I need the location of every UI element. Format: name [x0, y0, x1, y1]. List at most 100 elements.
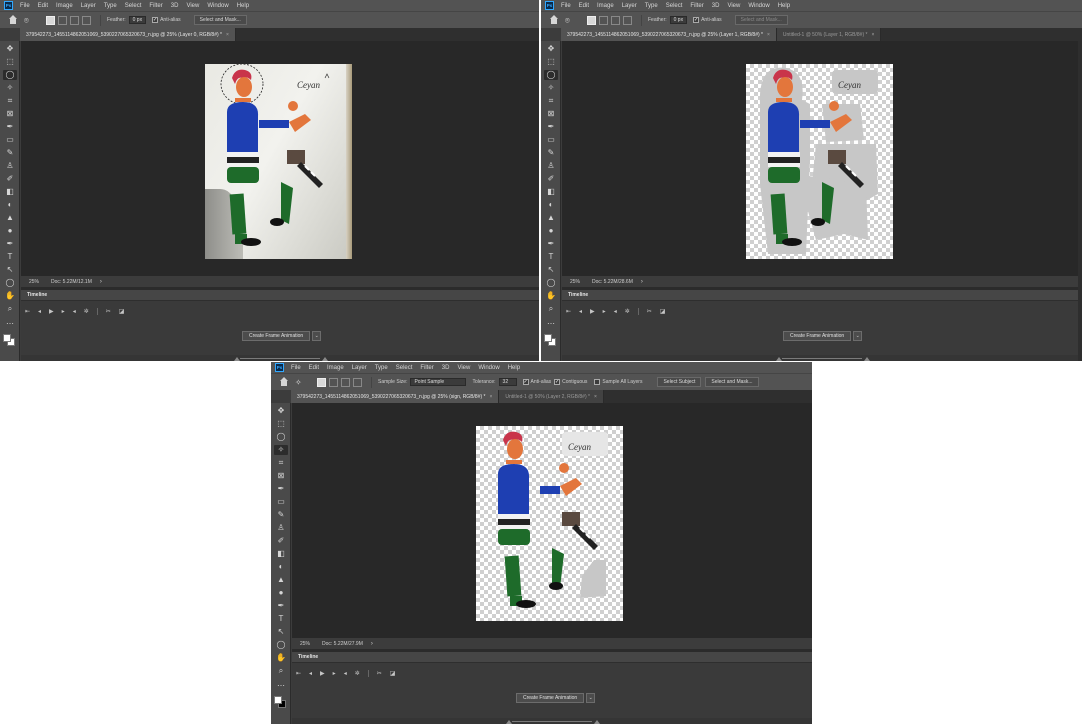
- chevron-down-icon[interactable]: ⌄: [312, 331, 322, 341]
- select-and-mask-button[interactable]: Select and Mask...: [705, 377, 759, 387]
- crop-tool-icon[interactable]: ⌗: [3, 96, 17, 106]
- hand-tool-icon[interactable]: ✋: [544, 291, 558, 301]
- move-tool-icon[interactable]: ✥: [274, 406, 288, 416]
- type-tool-icon[interactable]: T: [274, 614, 288, 624]
- menu-3d[interactable]: 3D: [167, 3, 183, 9]
- zoom-in-icon[interactable]: [322, 357, 328, 361]
- history-brush-tool-icon[interactable]: ✐: [544, 174, 558, 184]
- foreground-color-swatch[interactable]: [3, 334, 11, 342]
- menu-select[interactable]: Select: [662, 3, 687, 9]
- frame-tool-icon[interactable]: ⊠: [3, 109, 17, 119]
- zoom-in-icon[interactable]: [594, 720, 600, 724]
- zoom-slider[interactable]: [240, 358, 320, 359]
- scissors-icon[interactable]: ✂: [647, 308, 652, 315]
- marquee-tool-icon[interactable]: ⬚: [3, 57, 17, 67]
- antialias-checkbox[interactable]: ✓: [693, 17, 700, 23]
- path-selection-tool-icon[interactable]: ↖: [544, 265, 558, 275]
- feather-input[interactable]: 0 px: [128, 16, 147, 24]
- pen-tool-icon[interactable]: ✒: [3, 239, 17, 249]
- magic-wand-tool-icon[interactable]: ✧: [274, 445, 288, 455]
- audio-icon[interactable]: ◂: [73, 308, 76, 315]
- home-icon[interactable]: [8, 15, 18, 25]
- menu-select[interactable]: Select: [392, 365, 417, 371]
- brush-tool-icon[interactable]: ✎: [544, 148, 558, 158]
- subtract-selection-mode-icon[interactable]: [341, 377, 350, 387]
- audio-icon[interactable]: ◂: [614, 308, 617, 315]
- create-frame-animation-button[interactable]: Create Frame Animation: [516, 693, 585, 703]
- menu-type[interactable]: Type: [371, 365, 392, 371]
- ellipse-tool-icon[interactable]: ◯: [3, 278, 17, 288]
- close-icon[interactable]: ×: [226, 32, 229, 38]
- history-brush-tool-icon[interactable]: ✐: [274, 536, 288, 546]
- menu-type[interactable]: Type: [100, 3, 121, 9]
- contiguous-checkbox[interactable]: ✓: [554, 379, 561, 385]
- marquee-tool-icon[interactable]: ⬚: [274, 419, 288, 429]
- zoom-out-icon[interactable]: [776, 357, 782, 361]
- blur-tool-icon[interactable]: ▲: [274, 575, 288, 585]
- menu-3d[interactable]: 3D: [438, 365, 454, 371]
- transition-icon[interactable]: ◪: [390, 670, 396, 677]
- close-icon[interactable]: ×: [871, 32, 874, 38]
- document-canvas[interactable]: Ceyan: [205, 64, 352, 259]
- scissors-icon[interactable]: ✂: [106, 308, 111, 315]
- dodge-tool-icon[interactable]: ●: [3, 226, 17, 236]
- lasso-tool-preset-icon[interactable]: ⌾: [565, 15, 581, 26]
- path-selection-tool-icon[interactable]: ↖: [274, 627, 288, 637]
- create-frame-animation-button[interactable]: Create Frame Animation: [783, 331, 852, 341]
- eraser-tool-icon[interactable]: ◧: [3, 187, 17, 197]
- antialias-checkbox[interactable]: ✓: [522, 379, 529, 385]
- feather-input[interactable]: 0 px: [669, 16, 688, 24]
- transition-icon[interactable]: ◪: [660, 308, 666, 315]
- ellipse-tool-icon[interactable]: ◯: [274, 640, 288, 650]
- new-selection-mode-icon[interactable]: [46, 15, 55, 25]
- history-brush-tool-icon[interactable]: ✐: [3, 174, 17, 184]
- chevron-down-icon[interactable]: ⌄: [853, 331, 863, 341]
- eyedropper-tool-icon[interactable]: ✒: [3, 122, 17, 132]
- close-icon[interactable]: ×: [489, 394, 492, 400]
- canvas-area[interactable]: Ceyan: [292, 403, 812, 638]
- path-selection-tool-icon[interactable]: ↖: [3, 265, 17, 275]
- zoom-slider[interactable]: [782, 358, 862, 359]
- settings-gear-icon[interactable]: ✲: [625, 308, 630, 315]
- healing-brush-tool-icon[interactable]: ▭: [544, 135, 558, 145]
- blur-tool-icon[interactable]: ▲: [544, 213, 558, 223]
- next-frame-icon[interactable]: ▸: [333, 670, 336, 677]
- menu-help[interactable]: Help: [504, 365, 524, 371]
- intersect-selection-mode-icon[interactable]: [623, 15, 632, 25]
- menu-help[interactable]: Help: [233, 3, 253, 9]
- zoom-out-icon[interactable]: [506, 720, 512, 724]
- zoom-level[interactable]: 25%: [570, 279, 580, 285]
- color-swatches[interactable]: [274, 696, 287, 709]
- settings-gear-icon[interactable]: ✲: [84, 308, 89, 315]
- zoom-out-icon[interactable]: [234, 357, 240, 361]
- menu-view[interactable]: View: [453, 365, 474, 371]
- menu-view[interactable]: View: [182, 3, 203, 9]
- select-subject-button[interactable]: Select Subject: [657, 377, 702, 387]
- lasso-tool-preset-icon[interactable]: ⌾: [24, 15, 40, 26]
- menu-image[interactable]: Image: [593, 3, 618, 9]
- eyedropper-tool-icon[interactable]: ✒: [544, 122, 558, 132]
- magic-wand-tool-icon[interactable]: ✧: [544, 83, 558, 93]
- home-icon[interactable]: [549, 15, 559, 25]
- first-frame-icon[interactable]: ⇤: [296, 670, 301, 677]
- timeline-title[interactable]: Timeline: [292, 654, 324, 660]
- menu-edit[interactable]: Edit: [34, 3, 52, 9]
- sample-size-select[interactable]: Point Sample: [410, 378, 467, 386]
- more-tools-icon[interactable]: ⋯: [544, 319, 558, 329]
- subtract-selection-mode-icon[interactable]: [611, 15, 620, 25]
- chevron-right-icon[interactable]: ›: [371, 641, 373, 647]
- menu-view[interactable]: View: [723, 3, 744, 9]
- hand-tool-icon[interactable]: ✋: [3, 291, 17, 301]
- zoom-level[interactable]: 25%: [300, 641, 310, 647]
- menu-filter[interactable]: Filter: [686, 3, 707, 9]
- menu-file[interactable]: File: [16, 3, 34, 9]
- zoom-in-icon[interactable]: [864, 357, 870, 361]
- audio-icon[interactable]: ◂: [344, 670, 347, 677]
- paint-bucket-tool-icon[interactable]: ◐: [274, 562, 288, 572]
- zoom-tool-icon[interactable]: ⌕: [544, 304, 558, 314]
- magic-wand-tool-icon[interactable]: ✧: [3, 83, 17, 93]
- frame-tool-icon[interactable]: ⊠: [544, 109, 558, 119]
- ellipse-tool-icon[interactable]: ◯: [544, 278, 558, 288]
- new-selection-mode-icon[interactable]: [587, 15, 596, 25]
- menu-edit[interactable]: Edit: [305, 365, 323, 371]
